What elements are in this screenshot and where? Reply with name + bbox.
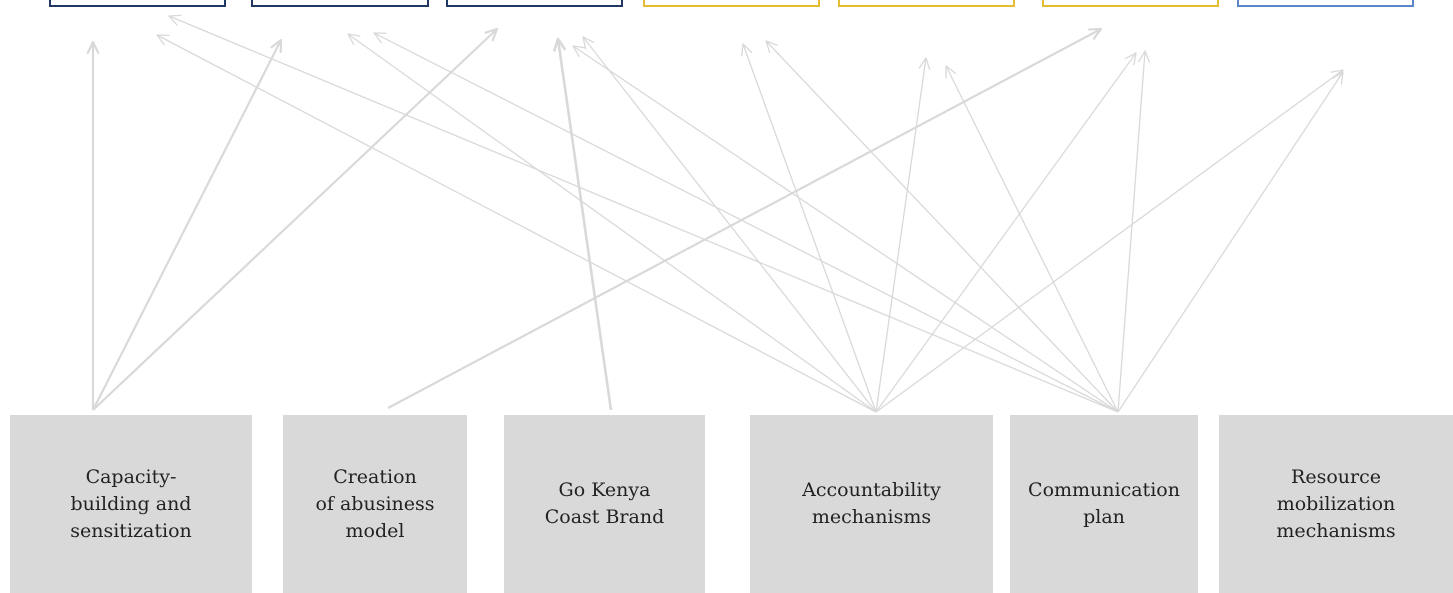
strategy-diagram: Capacity- building and sensitization Cre… [0,0,1453,593]
node-label: Capacity- building and sensitization [70,465,192,542]
node-label: Communication plan [1028,479,1180,528]
node-capacity-building: Capacity- building and sensitization [10,415,252,593]
connector-arrow-15 [572,45,1119,413]
node-business-model: Creation of abusiness model [283,415,467,593]
connector-arrow-16 [765,40,1119,413]
connector-arrow-17 [945,65,1119,413]
connector-arrow-5 [556,38,613,411]
connector-arrow-8 [582,36,877,413]
connector-arrow-10 [875,57,927,413]
node-resource-mobilization: Resource mobilization mechanisms [1219,415,1453,593]
node-label: Resource mobilization mechanisms [1276,465,1396,542]
connector-arrow-9 [742,43,877,413]
connector-arrow-7 [347,33,877,413]
connector-arrow-6 [156,34,877,413]
connector-arrow-19 [1117,71,1344,413]
connector-arrow-4 [387,28,1102,409]
node-label: Accountability mechanisms [802,479,941,528]
connector-arrow-11 [875,52,1137,413]
node-accountability-mechanisms: Accountability mechanisms [750,415,993,593]
node-go-kenya-coast-brand: Go Kenya Coast Brand [504,415,705,593]
node-label: Go Kenya Coast Brand [544,479,665,528]
connector-arrow-13 [168,15,1119,413]
node-label: Creation of abusiness model [315,465,435,542]
node-communication-plan: Communication plan [1010,415,1198,593]
connector-arrow-12 [875,69,1344,413]
connector-arrow-3 [92,28,498,411]
connector-arrow-2 [92,39,282,411]
